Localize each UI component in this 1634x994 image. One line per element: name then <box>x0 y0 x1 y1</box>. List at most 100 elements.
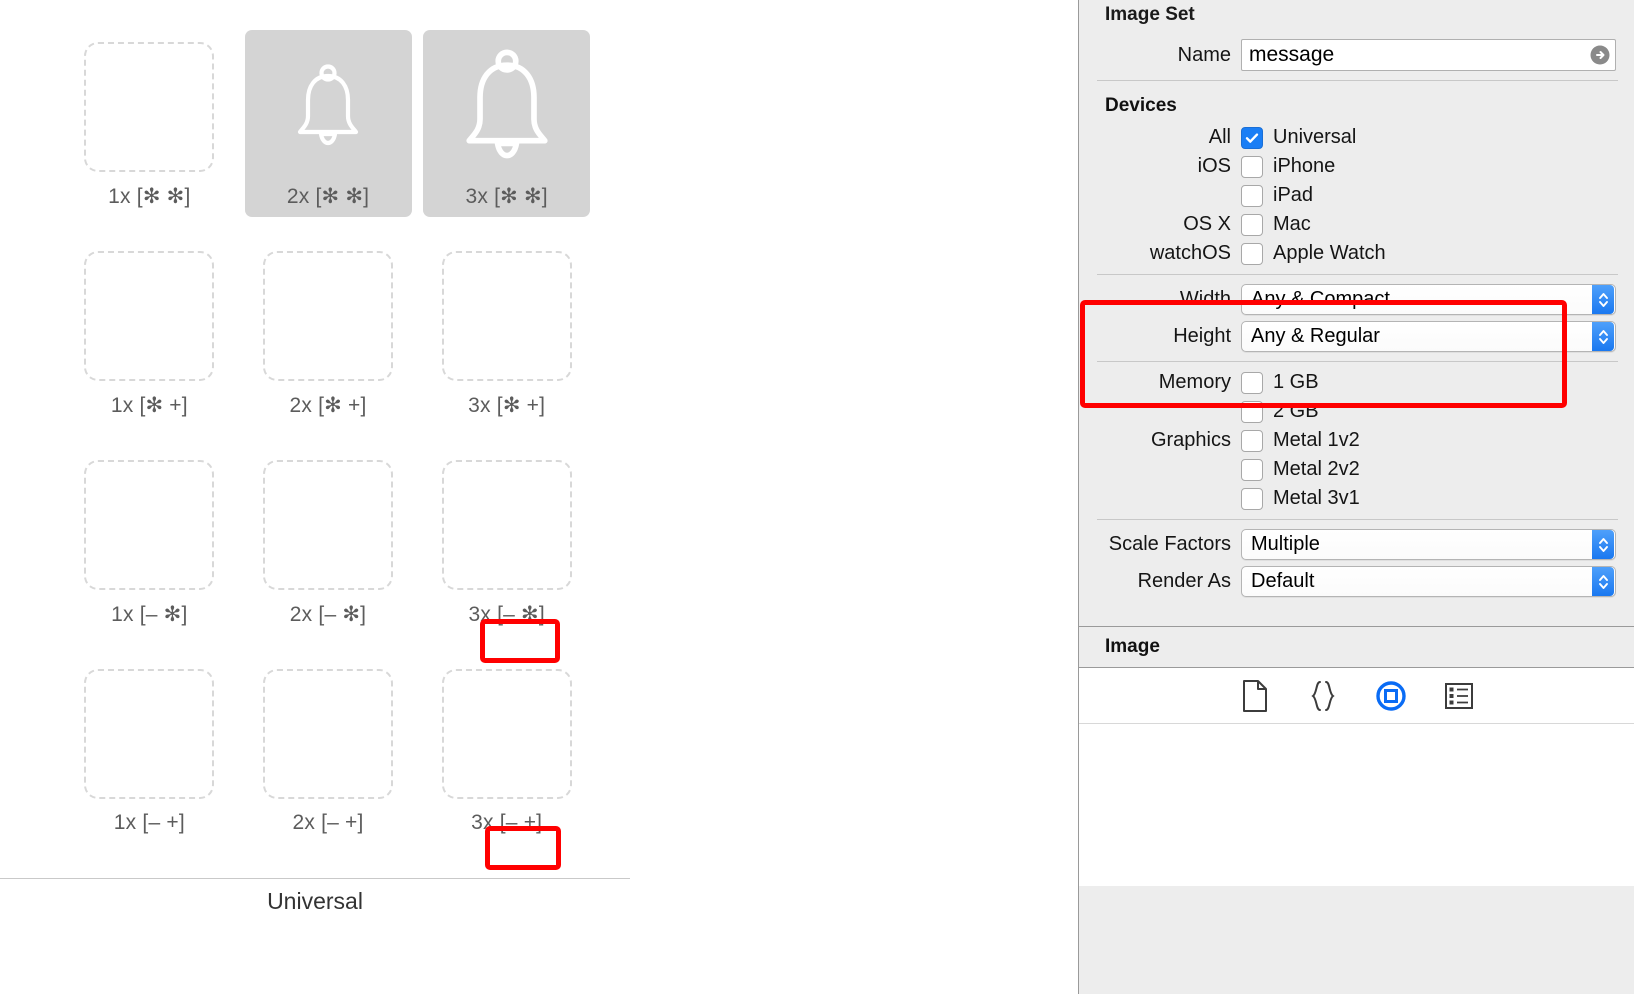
width-label: Width <box>1179 288 1231 310</box>
image-drop-well[interactable] <box>442 42 572 172</box>
image-drop-well[interactable] <box>263 460 393 590</box>
slot-label: 1x [– +] <box>113 811 185 834</box>
slot-label: 3x [✻ +] <box>468 394 546 417</box>
image-drop-well[interactable] <box>441 251 572 381</box>
render-as-chevron-icon[interactable] <box>1592 567 1614 596</box>
slot-box-wrap: 3x [– ✻] <box>423 448 590 635</box>
height-row: Height Any & Regular <box>1079 318 1634 355</box>
slot-cell[interactable]: 3x [– +] <box>417 657 596 865</box>
image-inspector-toolbar <box>1079 668 1634 724</box>
image-inspector-body <box>1079 724 1634 886</box>
name-label: Name <box>1177 43 1231 66</box>
graphics-label-metal-2v2: Metal 2v2 <box>1273 458 1360 480</box>
checkbox-metal-3v1[interactable] <box>1241 487 1263 510</box>
device-row-universal: All Universal <box>1079 123 1634 152</box>
image-drop-well[interactable] <box>84 460 215 590</box>
slot-cell[interactable]: 2x [– +] <box>239 657 418 865</box>
slot-row: 1x [✻ ✻] 2x [✻ ✻] 3x [✻ ✻] <box>60 30 596 239</box>
graphics-row-metal1v2: Graphics Metal 1v2 <box>1079 426 1634 455</box>
width-select[interactable]: Any & Compact <box>1241 284 1616 315</box>
image-drop-well[interactable] <box>441 460 572 590</box>
filmstrip-icon[interactable] <box>1442 679 1476 713</box>
divider <box>1097 80 1618 81</box>
slot-cell[interactable]: 2x [✻ ✻] <box>239 30 418 239</box>
slot-cell[interactable]: 1x [✻ ✻] <box>60 30 239 239</box>
graphics-prefix: Graphics <box>1150 429 1231 451</box>
height-chevron-icon[interactable] <box>1592 322 1614 351</box>
target-icon[interactable] <box>1374 679 1408 713</box>
image-drop-well[interactable] <box>263 669 393 799</box>
image-drop-well[interactable] <box>84 669 215 799</box>
render-as-select[interactable]: Default <box>1241 566 1616 597</box>
image-drop-well[interactable] <box>441 669 572 799</box>
chevron-up-down-icon <box>1598 329 1608 344</box>
device-label-ipad: iPad <box>1273 184 1314 206</box>
graphics-row-metal2v2: Metal 2v2 <box>1079 455 1634 484</box>
braces-icon[interactable] <box>1306 679 1340 713</box>
image-drop-well[interactable] <box>263 251 393 381</box>
slot-label: 3x [– +] <box>471 811 543 834</box>
slot-cell[interactable]: 2x [✻ +] <box>239 239 418 448</box>
go-arrow-icon[interactable] <box>1589 44 1611 66</box>
image-drop-well[interactable] <box>84 42 215 172</box>
checkbox-ipad[interactable] <box>1241 184 1263 207</box>
check-icon <box>1245 132 1259 143</box>
memory-row-1gb: Memory 1 GB <box>1079 368 1634 397</box>
device-prefix-watchos: watchOS <box>1149 242 1231 264</box>
checkbox-metal-1v2[interactable] <box>1241 429 1263 452</box>
checkbox-iphone[interactable] <box>1241 155 1263 178</box>
checkbox-mac[interactable] <box>1241 213 1263 236</box>
name-input[interactable] <box>1249 43 1589 67</box>
height-select[interactable]: Any & Regular <box>1241 321 1616 352</box>
bell-icon <box>466 49 548 159</box>
checkbox-1gb[interactable] <box>1241 371 1263 394</box>
name-field-wrapper[interactable] <box>1241 39 1616 71</box>
divider <box>1097 361 1618 362</box>
slot-cell[interactable]: 3x [✻ ✻] <box>417 30 596 239</box>
device-prefix-ios: iOS <box>1197 155 1231 177</box>
scale-factors-label: Scale Factors <box>1108 533 1231 555</box>
width-chevron-icon[interactable] <box>1592 285 1614 314</box>
name-row: Name <box>1079 36 1634 74</box>
slot-box-wrap: 2x [✻ ✻] <box>244 30 412 217</box>
memory-prefix: Memory <box>1158 371 1231 393</box>
width-value: Any & Compact <box>1251 288 1390 310</box>
slot-row: 1x [– ✻] 2x [– ✻] 3x [– ✻] <box>60 448 596 657</box>
device-prefix-osx: OS X <box>1183 213 1231 235</box>
asset-canvas: 1x [✻ ✻] 2x [✻ ✻] 3x [✻ ✻] 1x [✻ +] 2x [… <box>0 0 1078 994</box>
slot-box-wrap: 2x [– ✻] <box>245 448 412 635</box>
render-as-value: Default <box>1251 570 1315 592</box>
asset-catalog-screen: 1x [✻ ✻] 2x [✻ ✻] 3x [✻ ✻] 1x [✻ +] 2x [… <box>0 0 1634 994</box>
checkbox-universal[interactable] <box>1241 126 1263 149</box>
device-row-mac: OS X Mac <box>1079 210 1634 239</box>
checkbox-2gb[interactable] <box>1241 400 1263 423</box>
slot-box-wrap: 3x [✻ ✻] <box>423 30 591 217</box>
image-set-section-title: Image Set <box>1105 4 1195 25</box>
slot-label: 2x [✻ ✻] <box>286 185 370 208</box>
slot-label: 2x [– +] <box>292 811 364 834</box>
slot-cell[interactable]: 2x [– ✻] <box>239 448 418 657</box>
scale-factors-select[interactable]: Multiple <box>1241 529 1616 560</box>
image-drop-well[interactable] <box>263 42 393 172</box>
slot-cell[interactable]: 3x [– ✻] <box>417 448 596 657</box>
slot-row: 1x [✻ +] 2x [✻ +] 3x [✻ +] <box>60 239 596 448</box>
slot-cell[interactable]: 1x [– +] <box>60 657 239 865</box>
render-as-row: Render As Default <box>1079 563 1634 600</box>
device-label-mac: Mac <box>1273 213 1311 235</box>
slot-cell[interactable]: 1x [✻ +] <box>60 239 239 448</box>
divider <box>1097 519 1618 520</box>
divider <box>1097 274 1618 275</box>
scale-factors-row: Scale Factors Multiple <box>1079 526 1634 563</box>
checkbox-metal-2v2[interactable] <box>1241 458 1263 481</box>
slot-cell[interactable]: 1x [– ✻] <box>60 448 239 657</box>
image-drop-well[interactable] <box>84 251 215 381</box>
width-row: Width Any & Compact <box>1079 281 1634 318</box>
image-section-title: Image <box>1079 627 1634 667</box>
slot-box-wrap: 1x [✻ ✻] <box>66 30 233 217</box>
slot-cell[interactable]: 3x [✻ +] <box>417 239 596 448</box>
chevron-up-down-icon <box>1598 292 1608 307</box>
checkbox-apple-watch[interactable] <box>1241 242 1263 265</box>
chevron-up-down-icon <box>1598 574 1608 589</box>
file-icon[interactable] <box>1238 679 1272 713</box>
scale-factors-chevron-icon[interactable] <box>1592 530 1614 559</box>
